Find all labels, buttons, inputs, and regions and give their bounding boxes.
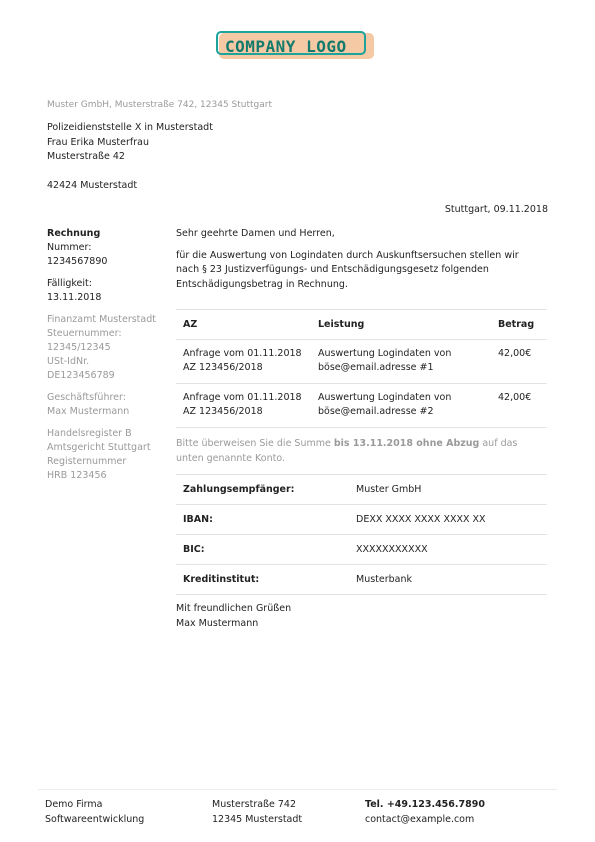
cell-az-line: AZ 123456/2018	[183, 406, 263, 417]
cell-leistung: Auswertung Logindaten von böse@email.adr…	[318, 391, 498, 421]
payment-key: Kreditinstitut:	[183, 573, 260, 585]
recipient-line: Frau Erika Musterfrau	[47, 136, 149, 148]
cell-az-line: Anfrage vom 01.11.2018	[183, 348, 302, 359]
letter-body: Sehr geehrte Damen und Herren, für die A…	[176, 227, 547, 292]
due-date-label: Fälligkeit:	[47, 278, 92, 289]
intro-line: für die Auswertung von Logindaten durch …	[176, 249, 519, 261]
payment-note-text: auf das	[479, 438, 518, 449]
footer-email: contact@example.com	[365, 813, 475, 825]
recipient-city: 42424 Musterstadt	[47, 180, 138, 191]
table-row: Anfrage vom 01.11.2018 AZ 123456/2018 Au…	[176, 340, 547, 384]
payment-key: IBAN:	[183, 513, 213, 525]
footer-street: Musterstraße 742	[212, 799, 297, 810]
payment-key: BIC:	[183, 543, 205, 555]
closing: Mit freundlichen Grüßen Max Mustermann	[176, 602, 291, 631]
vat-id-label: USt-IdNr.	[47, 356, 90, 367]
column-header-leistung: Leistung	[318, 318, 365, 330]
closing-greeting: Mit freundlichen Grüßen	[176, 603, 292, 614]
invoice-table-header: AZ Leistung Betrag	[176, 310, 547, 340]
register-number: HRB 123456	[47, 470, 107, 481]
footer-address: Musterstraße 742 12345 Musterstadt	[212, 798, 302, 827]
invoice-number-label: Nummer:	[47, 242, 92, 253]
cell-az-line: AZ 123456/2018	[183, 362, 263, 373]
cell-az: Anfrage vom 01.11.2018 AZ 123456/2018	[176, 347, 318, 377]
payment-value: Muster GmbH	[356, 483, 422, 495]
recipient-address: Polizeidienststelle X in Musterstadt Fra…	[47, 121, 213, 165]
payment-value: DEXX XXXX XXXX XXXX XX	[356, 513, 486, 525]
register-type: Handelsregister B	[47, 428, 132, 439]
column-header-az: AZ	[183, 318, 198, 330]
table-row: Anfrage vom 01.11.2018 AZ 123456/2018 Au…	[176, 384, 547, 428]
invoice-number: 1234567890	[47, 256, 108, 267]
company-logo: COMPANY LOGO	[216, 31, 374, 59]
recipient-line: Musterstraße 42	[47, 151, 125, 162]
company-logo-text: COMPANY LOGO	[225, 37, 347, 56]
column-header-betrag: Betrag	[498, 318, 535, 330]
vat-id: DE123456789	[47, 370, 115, 381]
payment-row: IBAN: DEXX XXXX XXXX XXXX XX	[176, 505, 547, 535]
salutation: Sehr geehrte Damen und Herren,	[176, 228, 335, 239]
invoice-table: AZ Leistung Betrag Anfrage vom 01.11.201…	[176, 309, 547, 428]
tax-number-label: Steuernummer:	[47, 328, 122, 339]
intro-line: Entschädigungsbetrag in Rechnung.	[176, 278, 348, 290]
due-date: 13.11.2018	[47, 292, 102, 303]
tax-office: Finanzamt Musterstadt	[47, 314, 156, 325]
cell-az-line: Anfrage vom 01.11.2018	[183, 392, 302, 403]
register-court: Amtsgericht Stuttgart	[47, 442, 151, 453]
payment-note-deadline: bis 13.11.2018 ohne Abzug	[333, 438, 480, 449]
payment-value: Musterbank	[356, 573, 413, 585]
invoice-title: Rechnung	[47, 228, 101, 239]
cell-leistung-line: böse@email.adresse #2	[318, 406, 434, 417]
invoice-sidebar: Rechnung Nummer: 1234567890 Fälligkeit: …	[47, 227, 167, 483]
cell-leistung-line: Auswertung Logindaten von	[318, 348, 452, 359]
cell-az: Anfrage vom 01.11.2018 AZ 123456/2018	[176, 391, 318, 421]
ceo-name: Max Mustermann	[47, 406, 130, 417]
payment-key: Zahlungsempfänger:	[183, 483, 295, 495]
payment-row: Kreditinstitut: Musterbank	[176, 565, 547, 595]
sender-line: Muster GmbH, Musterstraße 742, 12345 Stu…	[47, 100, 273, 110]
footer-divider	[38, 789, 557, 790]
register-number-label: Registernummer	[47, 456, 127, 467]
cell-leistung-line: Auswertung Logindaten von	[318, 392, 452, 403]
letter-date: Stuttgart, 09.11.2018	[444, 204, 548, 215]
payment-note-text: Bitte überweisen Sie die Summe	[176, 438, 334, 449]
payment-details-table: Zahlungsempfänger: Muster GmbH IBAN: DEX…	[176, 474, 547, 595]
footer-company-name: Demo Firma	[45, 799, 103, 810]
footer-city: 12345 Musterstadt	[212, 813, 303, 825]
tax-number: 12345/12345	[47, 342, 111, 353]
cell-leistung-line: böse@email.adresse #1	[318, 362, 434, 373]
payment-row: BIC: XXXXXXXXXXX	[176, 535, 547, 565]
intro-line: nach § 23 Justizverfügungs- und Entschäd…	[176, 264, 489, 275]
ceo-label: Geschäftsführer:	[47, 392, 126, 403]
footer-company: Demo Firma Softwareentwicklung	[45, 798, 144, 827]
payment-row: Zahlungsempfänger: Muster GmbH	[176, 475, 547, 505]
cell-leistung: Auswertung Logindaten von böse@email.adr…	[318, 347, 498, 377]
recipient-line: Polizeidienststelle X in Musterstadt	[47, 122, 213, 133]
payment-note: Bitte überweisen Sie die Summe bis 13.11…	[176, 436, 547, 466]
cell-betrag: 42,00€	[498, 348, 532, 359]
footer-contact: Tel. +49.123.456.7890 contact@example.co…	[365, 798, 485, 827]
payment-value: XXXXXXXXXXX	[356, 543, 428, 555]
payment-note-text: unten genannte Konto.	[176, 453, 285, 464]
closing-signature: Max Mustermann	[176, 617, 259, 629]
cell-betrag: 42,00€	[498, 392, 532, 403]
footer-phone: Tel. +49.123.456.7890	[365, 799, 485, 810]
footer-company-division: Softwareentwicklung	[45, 813, 145, 825]
